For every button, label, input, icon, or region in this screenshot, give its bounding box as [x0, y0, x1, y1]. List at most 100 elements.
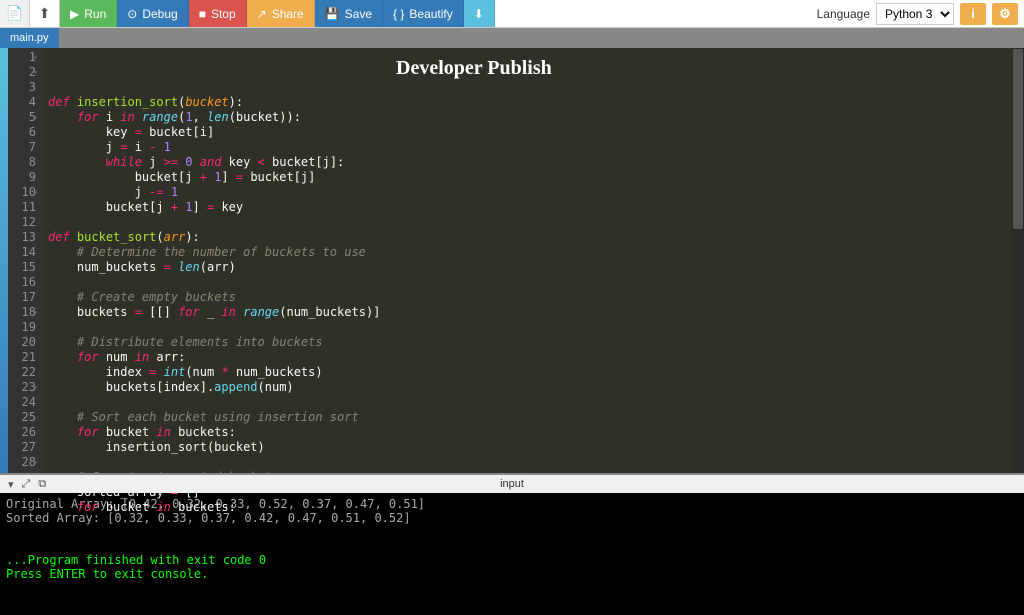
line-number: 25 — [8, 410, 36, 425]
download-button[interactable]: ⬇ — [464, 0, 495, 27]
line-number: 26 — [8, 425, 36, 440]
share-icon: ↗ — [257, 7, 267, 21]
code-line: num_buckets = len(arr) — [48, 260, 1012, 275]
file-icon: 📄 — [6, 5, 23, 22]
line-number: 22 — [8, 365, 36, 380]
new-file-button[interactable]: 📄 — [0, 0, 30, 27]
code-line: j -= 1 — [48, 185, 1012, 200]
tab-bar: main.py — [0, 28, 1024, 48]
debug-button[interactable]: ⊙ Debug — [117, 0, 188, 27]
code-line — [48, 275, 1012, 290]
upload-icon: ⬆ — [39, 5, 51, 22]
line-number: 3 — [8, 80, 36, 95]
code-line: # Sort each bucket using insertion sort — [48, 410, 1012, 425]
console-line — [6, 539, 1018, 553]
line-number: 20 — [8, 335, 36, 350]
settings-button[interactable]: ⚙ — [992, 3, 1018, 25]
run-label: Run — [84, 7, 106, 21]
bug-icon: ⊙ — [127, 7, 137, 21]
code-line: # Distribute elements into buckets — [48, 335, 1012, 350]
console-label: input — [500, 478, 524, 490]
line-number: 7 — [8, 140, 36, 155]
code-line — [48, 320, 1012, 335]
line-number: 27 — [8, 440, 36, 455]
code-line: for i in range(1, len(bucket)): — [48, 110, 1012, 125]
code-line: for num in arr: — [48, 350, 1012, 365]
line-number: 18 — [8, 305, 36, 320]
line-number: 1 — [8, 50, 36, 65]
info-button[interactable]: i — [960, 3, 986, 25]
scrollbar-thumb[interactable] — [1013, 49, 1023, 229]
line-number: 6 — [8, 125, 36, 140]
code-line: bucket[j + 1] = key — [48, 200, 1012, 215]
gear-icon: ⚙ — [999, 6, 1011, 22]
line-number: 13 — [8, 230, 36, 245]
code-line: # Create empty buckets — [48, 290, 1012, 305]
beautify-button[interactable]: { }Beautify — [383, 0, 464, 27]
line-number: 5 — [8, 110, 36, 125]
stop-label: Stop — [211, 7, 236, 21]
toolbar-right: Language Python 3 i ⚙ — [817, 0, 1024, 27]
line-number: 9 — [8, 170, 36, 185]
console-header: ▾ ⤢ ⧉ input — [0, 473, 1024, 493]
code-line: bucket[j + 1] = bucket[j] — [48, 170, 1012, 185]
sidebar-strip — [0, 48, 8, 473]
console-icons: ▾ ⤢ ⧉ — [0, 478, 46, 491]
code-line: for bucket in buckets: — [48, 500, 1012, 515]
code-line — [48, 215, 1012, 230]
code-line: while j >= 0 and key < bucket[j]: — [48, 155, 1012, 170]
collapse-icon[interactable]: ▾ — [8, 478, 14, 491]
save-icon: 💾 — [325, 7, 340, 21]
line-number: 28 — [8, 455, 36, 470]
save-label: Save — [345, 7, 372, 21]
line-number: 19 — [8, 320, 36, 335]
toolbar: 📄 ⬆ ▶ Run ⊙ Debug ■ Stop ↗ Share 💾 Save { }Be… — [0, 0, 1024, 28]
code-line: def insertion_sort(bucket): — [48, 95, 1012, 110]
line-number: 15 — [8, 260, 36, 275]
code-line — [48, 395, 1012, 410]
code-line: insertion_sort(bucket) — [48, 440, 1012, 455]
line-number: 12 — [8, 215, 36, 230]
run-button[interactable]: ▶ Run — [60, 0, 117, 27]
gutter: 1234567891011121314151617181920212223242… — [8, 48, 44, 473]
line-number: 23 — [8, 380, 36, 395]
share-button[interactable]: ↗ Share — [247, 0, 315, 27]
stop-icon: ■ — [199, 7, 206, 21]
line-number: 24 — [8, 395, 36, 410]
upload-button[interactable]: ⬆ — [30, 0, 60, 27]
line-number: 2 — [8, 65, 36, 80]
language-label: Language — [817, 7, 870, 21]
code-line: index = int(num * num_buckets) — [48, 365, 1012, 380]
code-area[interactable]: Developer Publish def insertion_sort(buc… — [44, 48, 1012, 473]
console-line: ...Program finished with exit code 0 — [6, 553, 1018, 567]
line-number: 10 — [8, 185, 36, 200]
share-label: Share — [272, 7, 304, 21]
scrollbar-vertical[interactable] — [1012, 48, 1024, 473]
copy-icon[interactable]: ⧉ — [38, 478, 46, 491]
code-line: buckets[index].append(num) — [48, 380, 1012, 395]
toolbar-spacer — [495, 0, 817, 27]
save-button[interactable]: 💾 Save — [315, 0, 383, 27]
watermark: Developer Publish — [396, 61, 552, 76]
code-line — [48, 455, 1012, 470]
line-number: 11 — [8, 200, 36, 215]
code-line: key = bucket[i] — [48, 125, 1012, 140]
line-number: 8 — [8, 155, 36, 170]
code-line: buckets = [[] for _ in range(num_buckets… — [48, 305, 1012, 320]
language-select[interactable]: Python 3 — [876, 3, 954, 25]
stop-button[interactable]: ■ Stop — [189, 0, 247, 27]
download-icon: ⬇ — [474, 7, 484, 21]
play-icon: ▶ — [70, 7, 79, 21]
tab-main[interactable]: main.py — [0, 28, 59, 48]
console-line — [6, 525, 1018, 539]
console-line: Press ENTER to exit console. — [6, 567, 1018, 581]
braces-icon: { } — [393, 7, 404, 21]
editor: 1234567891011121314151617181920212223242… — [0, 48, 1024, 473]
debug-label: Debug — [142, 7, 177, 21]
line-number: 17 — [8, 290, 36, 305]
expand-icon[interactable]: ⤢ — [22, 478, 31, 491]
line-number: 4 — [8, 95, 36, 110]
line-number: 21 — [8, 350, 36, 365]
code-line: j = i - 1 — [48, 140, 1012, 155]
line-number: 16 — [8, 275, 36, 290]
